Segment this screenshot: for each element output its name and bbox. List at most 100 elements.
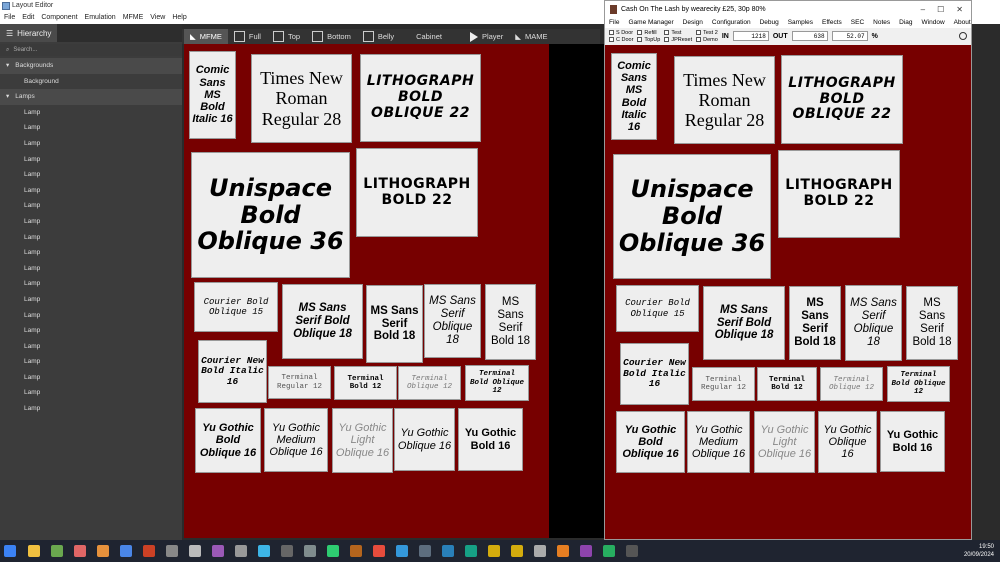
game-menu-item[interactable]: About (954, 17, 971, 28)
game-menu-item[interactable]: Effects (822, 17, 842, 28)
game-menu-item[interactable]: File (609, 17, 619, 28)
menu-item[interactable]: MFME (123, 12, 144, 24)
game-canvas[interactable]: Comic Sans MS Bold Italic 16 Times New Ro… (605, 45, 971, 539)
font-sample-yu-gothic-bold-oblique-16[interactable]: Yu Gothic Bold Oblique 16 (195, 408, 261, 473)
font-sample-comic-sans-ms-bold-italic-16[interactable]: Comic Sans MS Bold Italic 16 (189, 51, 236, 139)
hierarchy-item-lamp[interactable]: Lamp (0, 245, 182, 261)
taskbar-app-icon[interactable] (557, 545, 569, 557)
hierarchy-item-lamp[interactable]: Lamp (0, 198, 182, 214)
layout-canvas[interactable]: Comic Sans MS Bold Italic 16 Times New Ro… (184, 44, 549, 538)
tab-full[interactable]: Full (228, 29, 267, 44)
game-menu-item[interactable]: Debug (760, 17, 779, 28)
game-menu-item[interactable]: Diag (899, 17, 912, 28)
hierarchy-item-lamp[interactable]: Lamp (0, 183, 182, 199)
topup-check[interactable]: TopUp (637, 36, 660, 43)
menu-item[interactable]: File (4, 12, 15, 24)
taskbar-app-icon[interactable] (419, 545, 431, 557)
font-sample-yu-gothic-oblique-16[interactable]: Yu Gothic Oblique 16 (394, 408, 455, 471)
font-sample-terminal-oblique-12[interactable]: Terminal Oblique 12 (820, 367, 883, 401)
taskbar-app-icon[interactable] (166, 545, 178, 557)
font-sample-unispace-bold-oblique-36[interactable]: Unispace Bold Oblique 36 (613, 154, 771, 279)
taskbar-app-icon[interactable] (327, 545, 339, 557)
taskbar-app-icon[interactable] (511, 545, 523, 557)
font-sample-courier-new-bold-italic-16[interactable]: Courier New Bold Italic 16 (620, 343, 689, 405)
font-sample-ms-sans-serif-bold-18[interactable]: MS Sans Serif Bold 18 (485, 284, 536, 360)
font-sample-terminal-bold-oblique-12[interactable]: Terminal Bold Oblique 12 (887, 366, 950, 402)
font-sample-yu-gothic-medium-oblique-16[interactable]: Yu Gothic Medium Oblique 16 (264, 408, 328, 472)
hierarchy-item-lamp[interactable]: Lamp (0, 230, 182, 246)
font-sample-unispace-bold-oblique-36[interactable]: Unispace Bold Oblique 36 (191, 152, 350, 278)
game-menu-item[interactable]: Notes (873, 17, 890, 28)
font-sample-ms-sans-serif-bold-18[interactable]: MS Sans Serif Bold 18 (906, 286, 958, 360)
font-sample-ms-sans-serif-bold-oblique-18[interactable]: MS Sans Serif Bold Oblique 18 (703, 286, 785, 360)
status-circle-icon[interactable] (959, 32, 967, 40)
font-sample-lithograph-bold-oblique-22[interactable]: LITHOGRAPH BOLD OBLIQUE 22 (360, 54, 481, 142)
taskbar-app-icon[interactable] (97, 545, 109, 557)
taskbar-app-icon[interactable] (143, 545, 155, 557)
in-field[interactable]: 1218 (732, 31, 769, 41)
menu-item[interactable]: Component (41, 12, 77, 24)
hierarchy-item-lamp[interactable]: Lamp (0, 354, 182, 370)
font-sample-comic-sans-ms-bold-italic-16[interactable]: Comic Sans MS Bold Italic 16 (611, 53, 657, 140)
hierarchy-item-lamp[interactable]: Lamp (0, 276, 182, 292)
percent-field[interactable]: 52.07 (831, 31, 868, 41)
hierarchy-item-background[interactable]: Background (0, 74, 182, 90)
font-sample-ms-sans-serif-oblique-18[interactable]: MS Sans Serif Oblique 18 (845, 285, 902, 361)
taskbar-app-icon[interactable] (281, 545, 293, 557)
font-sample-terminal-bold-12[interactable]: Terminal Bold 12 (334, 366, 397, 400)
hierarchy-item-lamp[interactable]: Lamp (0, 105, 182, 121)
tab-cabinet[interactable]: Cabinet (410, 29, 448, 44)
font-sample-courier-bold-oblique-15[interactable]: Courier Bold Oblique 15 (194, 282, 278, 332)
hierarchy-item-lamp[interactable]: Lamp (0, 401, 182, 417)
font-sample-yu-gothic-bold-16[interactable]: Yu Gothic Bold 16 (880, 411, 945, 472)
menu-item[interactable]: Help (172, 12, 186, 24)
hierarchy-search[interactable]: ⌕ Search... (0, 44, 182, 56)
game-menu-item[interactable]: Configuration (712, 17, 751, 28)
taskbar-app-icon[interactable] (258, 545, 270, 557)
font-sample-times-new-roman-regular-28[interactable]: Times New Roman Regular 28 (251, 54, 352, 143)
maximize-icon[interactable]: ☐ (937, 5, 944, 14)
taskbar-app-icon[interactable] (120, 545, 132, 557)
close-icon[interactable]: ✕ (956, 5, 963, 14)
font-sample-yu-gothic-bold-16[interactable]: Yu Gothic Bold 16 (458, 408, 523, 471)
clock[interactable]: 19:50 20/09/2024 (964, 543, 994, 559)
s-door-check[interactable]: S Door (609, 29, 633, 36)
font-sample-courier-new-bold-italic-16[interactable]: Courier New Bold Italic 16 (198, 340, 267, 403)
checkbox[interactable] (233, 31, 245, 42)
taskbar-app-icon[interactable] (580, 545, 592, 557)
font-sample-terminal-bold-oblique-12[interactable]: Terminal Bold Oblique 12 (465, 365, 529, 401)
font-sample-times-new-roman-regular-28[interactable]: Times New Roman Regular 28 (674, 56, 775, 144)
hierarchy-item-lamp[interactable]: Lamp (0, 167, 182, 183)
minimize-icon[interactable]: – (921, 5, 925, 14)
taskbar-app-icon[interactable] (465, 545, 477, 557)
taskbar-app-icon[interactable] (51, 545, 63, 557)
test2-check[interactable]: Test 2 (696, 29, 718, 36)
menu-item[interactable]: View (150, 12, 165, 24)
taskbar-app-icon[interactable] (534, 545, 546, 557)
hierarchy-item-lamp[interactable]: Lamp (0, 214, 182, 230)
jpreset-check[interactable]: JPReset (664, 36, 692, 43)
taskbar-app-icon[interactable] (212, 545, 224, 557)
tab-mame[interactable]: ◣ MAME (509, 29, 553, 44)
font-sample-terminal-bold-12[interactable]: Terminal Bold 12 (757, 367, 817, 401)
font-sample-yu-gothic-light-oblique-16[interactable]: Yu Gothic Light Oblique 16 (332, 408, 393, 473)
refill-check[interactable]: Refill (637, 29, 660, 36)
hierarchy-item-lamp[interactable]: Lamp (0, 385, 182, 401)
font-sample-ms-sans-serif-bold-18[interactable]: MS Sans Serif Bold 18 (366, 285, 423, 363)
tab-bottom[interactable]: Bottom (306, 29, 357, 44)
menu-item[interactable]: Emulation (85, 12, 116, 24)
game-menu-item[interactable]: Game Manager (628, 17, 673, 28)
out-field[interactable]: 638 (791, 31, 828, 41)
hierarchy-tab[interactable]: ☰ Hierarchy (0, 24, 58, 42)
font-sample-yu-gothic-oblique-16[interactable]: Yu Gothic Oblique 16 (818, 411, 877, 473)
hierarchy-item-lamp[interactable]: Lamp (0, 339, 182, 355)
hierarchy-item-lamp[interactable]: Lamp (0, 152, 182, 168)
hierarchy-item-lamp[interactable]: Lamp (0, 323, 182, 339)
taskbar-app-icon[interactable] (603, 545, 615, 557)
font-sample-lithograph-bold-22[interactable]: LITHOGRAPH BOLD 22 (778, 150, 900, 238)
hierarchy-item-lamp[interactable]: Lamp (0, 292, 182, 308)
tab-player[interactable]: Player (464, 29, 509, 44)
taskbar-app-icon[interactable] (189, 545, 201, 557)
demo-check[interactable]: Demo (696, 36, 718, 43)
hierarchy-item-lamp[interactable]: Lamp (0, 308, 182, 324)
